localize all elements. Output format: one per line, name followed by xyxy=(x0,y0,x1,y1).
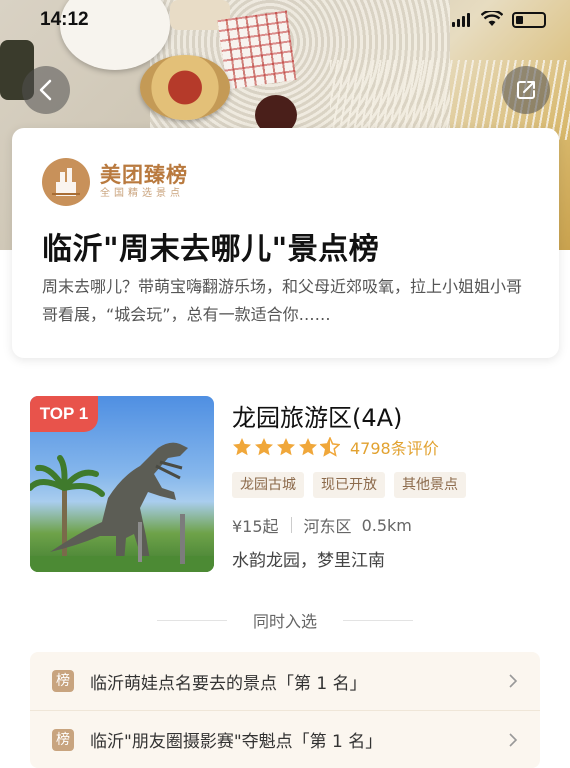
share-icon xyxy=(517,81,535,99)
page-description: 周末去哪儿？带萌宝嗨翻游乐场，和父母近郊吸氧，拉上小姐姐小哥哥看展，“城会玩”，… xyxy=(42,277,523,324)
tag: 其他景点 xyxy=(394,472,466,498)
listing-slogan: 水韵龙园，梦里江南 xyxy=(232,551,385,571)
divider xyxy=(290,517,292,533)
star-icon xyxy=(277,438,295,456)
distance: 0.5km xyxy=(361,515,412,535)
also-selected-text: 临沂萌娃点名要去的景点「第 1 名」 xyxy=(90,673,367,694)
rating-stars: 4798条评价 xyxy=(232,435,439,459)
also-selected-list: 榜 临沂萌娃点名要去的景点「第 1 名」 榜 临沂"朋友圈摄影赛"夺魁点「第 1… xyxy=(30,652,540,768)
status-time: 14:12 xyxy=(40,9,89,30)
listing-name[interactable]: 龙园旅游区(4A) xyxy=(232,398,402,433)
rank-icon: 榜 xyxy=(52,728,74,751)
star-icon xyxy=(233,438,251,456)
chevron-right-icon xyxy=(509,674,518,688)
brand: 美团臻榜 全国精选景点 xyxy=(42,158,188,206)
tag: 龙园古城 xyxy=(232,472,304,498)
also-selected-text: 临沂"朋友圈摄影赛"夺魁点「第 1 名」 xyxy=(90,732,383,752)
half-star-icon xyxy=(320,437,340,457)
brand-logo-icon xyxy=(42,158,90,206)
listing-item[interactable]: TOP 1 龙园旅游区(4A) 4798条评价 龙园古城 现已开放 其他景点 ¥… xyxy=(30,396,550,576)
rank-icon: 榜 xyxy=(52,670,74,692)
chevron-left-icon xyxy=(39,79,52,101)
price: ¥15起 xyxy=(232,517,279,536)
wifi-icon xyxy=(481,11,503,26)
back-button[interactable] xyxy=(22,66,70,114)
also-selected-item[interactable]: 榜 临沂"朋友圈摄影赛"夺魁点「第 1 名」 xyxy=(30,710,540,768)
chevron-right-icon xyxy=(509,733,518,747)
battery-icon xyxy=(512,12,546,28)
ranking-header-card: 美团臻榜 全国精选景点 临沂"周末去哪儿"景点榜 周末去哪儿？带萌宝嗨翻游乐场，… xyxy=(12,128,559,358)
divider xyxy=(156,619,227,621)
brand-subtitle: 全国精选景点 xyxy=(100,188,184,199)
district: 河东区 xyxy=(303,517,352,536)
star-icon xyxy=(299,438,317,456)
listing-tags: 龙园古城 现已开放 其他景点 xyxy=(232,472,475,498)
divider xyxy=(343,619,413,621)
star-icon xyxy=(255,438,273,456)
signal-icon xyxy=(452,13,472,27)
top-rank-badge: TOP 1 xyxy=(30,396,98,432)
fruit-bowl xyxy=(140,55,230,120)
brand-name: 美团臻榜 xyxy=(100,163,188,187)
review-count[interactable]: 4798条评价 xyxy=(350,435,439,459)
share-button[interactable] xyxy=(502,66,550,114)
tag: 现已开放 xyxy=(313,472,385,498)
also-selected-item[interactable]: 榜 临沂萌娃点名要去的景点「第 1 名」 xyxy=(30,652,540,710)
status-bar: 14:12 xyxy=(0,0,570,40)
also-selected-label: 同时入选 xyxy=(252,612,317,631)
also-selected-header: 同时入选 xyxy=(0,608,570,632)
listing-meta: ¥15起 河东区 0.5km xyxy=(232,513,412,537)
page-title: 临沂"周末去哪儿"景点榜 xyxy=(42,232,380,267)
listing-thumbnail[interactable]: TOP 1 xyxy=(30,396,214,572)
